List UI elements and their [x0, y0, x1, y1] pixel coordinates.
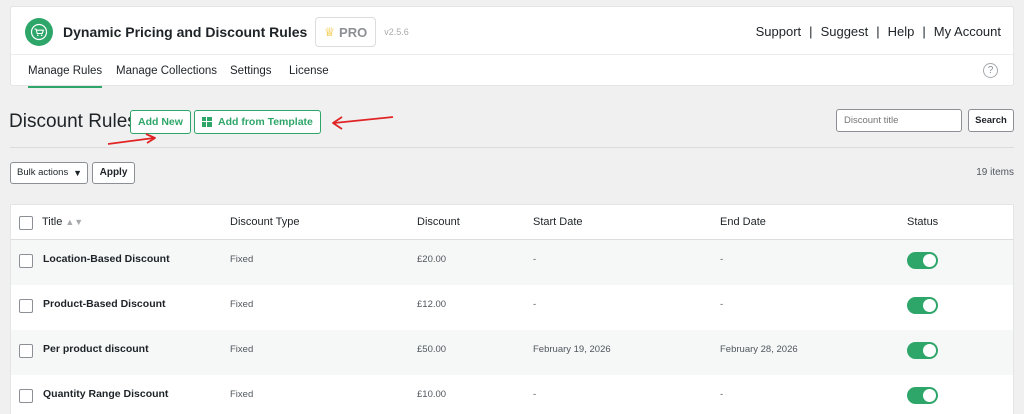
add-new-label: Add New: [138, 116, 183, 128]
rule-title-link[interactable]: Quantity Range Discount: [43, 388, 168, 400]
column-start-date: Start Date: [533, 216, 583, 228]
table-row: Location-Based Discount Fixed £20.00 - -: [11, 240, 1013, 285]
row-checkbox[interactable]: [19, 344, 33, 358]
apply-button[interactable]: Apply: [92, 162, 135, 184]
add-new-button[interactable]: Add New: [130, 110, 191, 134]
table-row: Per product discount Fixed £50.00 Februa…: [11, 330, 1013, 375]
table-row: Product-Based Discount Fixed £12.00 - -: [11, 285, 1013, 330]
link-separator: |: [876, 24, 880, 39]
link-separator: |: [922, 24, 926, 39]
help-link[interactable]: Help: [888, 24, 915, 39]
crown-icon: ♕: [324, 25, 336, 39]
top-links: Support | Suggest | Help | My Account: [756, 24, 1001, 39]
discount-type: Fixed: [230, 389, 254, 400]
add-template-label: Add from Template: [218, 116, 313, 128]
sort-icon: ▲▼: [65, 217, 84, 227]
toggle-knob: [923, 344, 936, 357]
brand: Dynamic Pricing and Discount Rules ♕ PRO…: [25, 17, 409, 47]
tab-manage-rules[interactable]: Manage Rules: [28, 55, 103, 88]
status-toggle[interactable]: [907, 387, 938, 404]
column-end-date: End Date: [720, 216, 766, 228]
column-title-label: Title: [42, 216, 63, 228]
select-all-checkbox[interactable]: [19, 216, 33, 230]
discount-type: Fixed: [230, 299, 254, 310]
annotation-arrow-left-icon: [332, 116, 394, 130]
pro-label: PRO: [339, 24, 368, 40]
discount-search-input[interactable]: [836, 109, 962, 132]
rule-title-link[interactable]: Per product discount: [43, 343, 149, 355]
table-row: Quantity Range Discount Fixed £10.00 - -: [11, 375, 1013, 414]
start-date: -: [533, 254, 537, 265]
suggest-link[interactable]: Suggest: [821, 24, 869, 39]
plugin-header: Dynamic Pricing and Discount Rules ♕ PRO…: [10, 6, 1014, 88]
row-checkbox[interactable]: [19, 299, 33, 313]
start-date: -: [533, 389, 537, 400]
end-date: February 28, 2026: [720, 344, 798, 355]
discount-amount: £12.00: [417, 299, 447, 310]
header-divider: [10, 147, 1014, 148]
bulk-actions-label: Bulk actions: [17, 167, 69, 178]
status-toggle[interactable]: [907, 252, 938, 269]
discount-rules-table: Title ▲▼ Discount Type Discount Start Dat…: [10, 204, 1014, 414]
column-status: Status: [907, 216, 939, 228]
status-toggle[interactable]: [907, 342, 938, 359]
discount-type: Fixed: [230, 254, 254, 265]
column-title[interactable]: Title ▲▼: [42, 216, 83, 228]
end-date: -: [720, 299, 724, 310]
discount-type: Fixed: [230, 344, 254, 355]
discount-amount: £50.00: [417, 344, 447, 355]
bulk-actions-select[interactable]: Bulk actions ▼: [10, 162, 88, 184]
tab-license[interactable]: License: [289, 55, 329, 88]
rule-title-link[interactable]: Location-Based Discount: [43, 253, 170, 265]
end-date: -: [720, 389, 724, 400]
discount-amount: £20.00: [417, 254, 447, 265]
start-date: -: [533, 299, 537, 310]
start-date: February 19, 2026: [533, 344, 611, 355]
help-question-icon[interactable]: ?: [983, 63, 998, 78]
tab-settings[interactable]: Settings: [230, 55, 272, 88]
pro-badge[interactable]: ♕ PRO: [315, 17, 377, 47]
column-discount-type: Discount Type: [230, 216, 300, 228]
support-link[interactable]: Support: [756, 24, 802, 39]
discount-amount: £10.00: [417, 389, 447, 400]
column-discount: Discount: [417, 216, 460, 228]
status-toggle[interactable]: [907, 297, 938, 314]
end-date: -: [720, 254, 724, 265]
search-button[interactable]: Search: [968, 109, 1014, 132]
row-checkbox[interactable]: [19, 254, 33, 268]
table-header: Title ▲▼ Discount Type Discount Start Dat…: [11, 205, 1013, 240]
page-title: Discount Rules: [9, 111, 137, 132]
rule-title-link[interactable]: Product-Based Discount: [43, 298, 166, 310]
nav-tabs: Manage Rules Manage Collections Settings…: [11, 54, 1013, 88]
toggle-knob: [923, 254, 936, 267]
toggle-knob: [923, 299, 936, 312]
version-label: v2.5.6: [384, 27, 409, 37]
app-title: Dynamic Pricing and Discount Rules: [63, 24, 308, 40]
template-grid-icon: [202, 117, 212, 127]
link-separator: |: [809, 24, 813, 39]
tab-manage-collections[interactable]: Manage Collections: [116, 55, 217, 88]
cart-logo-icon: [25, 18, 53, 46]
add-from-template-button[interactable]: Add from Template: [194, 110, 321, 134]
my-account-link[interactable]: My Account: [934, 24, 1001, 39]
toggle-knob: [923, 389, 936, 402]
row-checkbox[interactable]: [19, 389, 33, 403]
items-count: 19 items: [976, 167, 1014, 178]
chevron-down-icon: ▼: [73, 168, 82, 178]
annotation-arrow-right-icon: [107, 133, 156, 145]
